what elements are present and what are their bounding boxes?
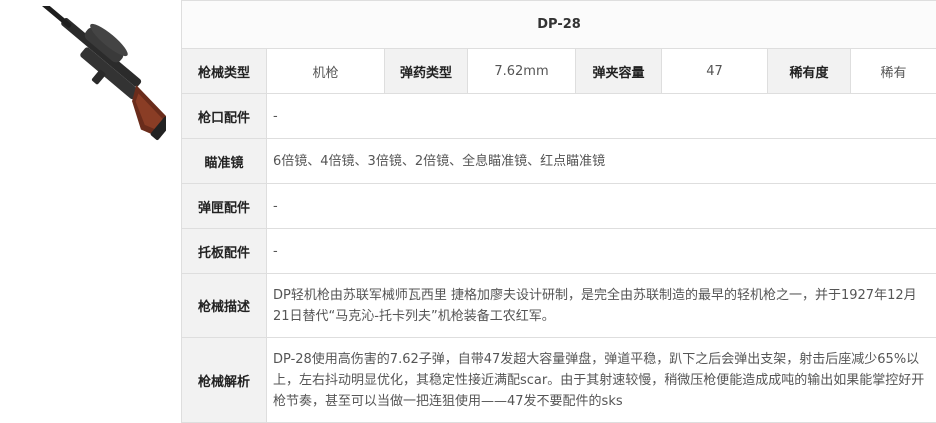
analysis-text: DP-28使用高伤害的7.62子弹，自带47发超大容量弹盘，弹道平稳，趴下之后会… — [267, 338, 936, 423]
stock-value: - — [267, 229, 936, 274]
ammo-type-value: 7.62mm — [468, 49, 576, 94]
weapon-image-panel — [0, 0, 181, 422]
weapon-type-value: 机枪 — [267, 49, 385, 94]
scope-value: 6倍镜、4倍镜、3倍镜、2倍镜、全息瞄准镜、红点瞄准镜 — [267, 139, 936, 184]
mag-capacity-label: 弹夹容量 — [576, 49, 662, 94]
magazine-accessory-row: 弹匣配件 - — [182, 184, 936, 229]
scope-label: 瞄准镜 — [182, 139, 267, 184]
weapon-title: DP-28 — [182, 1, 936, 49]
stats-row: 枪械类型 机枪 弹药类型 7.62mm 弹夹容量 47 稀有度 稀有 — [182, 49, 936, 94]
rarity-label: 稀有度 — [768, 49, 851, 94]
description-text: DP轻机枪由苏联军械师瓦西里 捷格加廖夫设计研制，是完全由苏联制造的最早的轻机枪… — [267, 274, 936, 338]
description-label: 枪械描述 — [182, 274, 267, 338]
description-row: 枪械描述 DP轻机枪由苏联军械师瓦西里 捷格加廖夫设计研制，是完全由苏联制造的最… — [182, 274, 936, 338]
weapon-info-table: DP-28 枪械类型 机枪 弹药类型 7.62mm 弹夹容量 47 稀有度 稀有… — [181, 0, 936, 423]
weapon-type-label: 枪械类型 — [182, 49, 267, 94]
muzzle-row: 枪口配件 - — [182, 94, 936, 139]
ammo-type-label: 弹药类型 — [385, 49, 468, 94]
magazine-accessory-value: - — [267, 184, 936, 229]
stock-row: 托板配件 - — [182, 229, 936, 274]
mag-capacity-value: 47 — [662, 49, 768, 94]
muzzle-label: 枪口配件 — [182, 94, 267, 139]
analysis-label: 枪械解析 — [182, 338, 267, 423]
stock-label: 托板配件 — [182, 229, 267, 274]
muzzle-value: - — [267, 94, 936, 139]
weapon-page: DP-28 枪械类型 机枪 弹药类型 7.62mm 弹夹容量 47 稀有度 稀有… — [0, 0, 936, 422]
analysis-row: 枪械解析 DP-28使用高伤害的7.62子弹，自带47发超大容量弹盘，弹道平稳，… — [182, 338, 936, 423]
rarity-value: 稀有 — [851, 49, 936, 94]
dp28-rifle-image — [6, 6, 166, 176]
scope-row: 瞄准镜 6倍镜、4倍镜、3倍镜、2倍镜、全息瞄准镜、红点瞄准镜 — [182, 139, 936, 184]
magazine-accessory-label: 弹匣配件 — [182, 184, 267, 229]
